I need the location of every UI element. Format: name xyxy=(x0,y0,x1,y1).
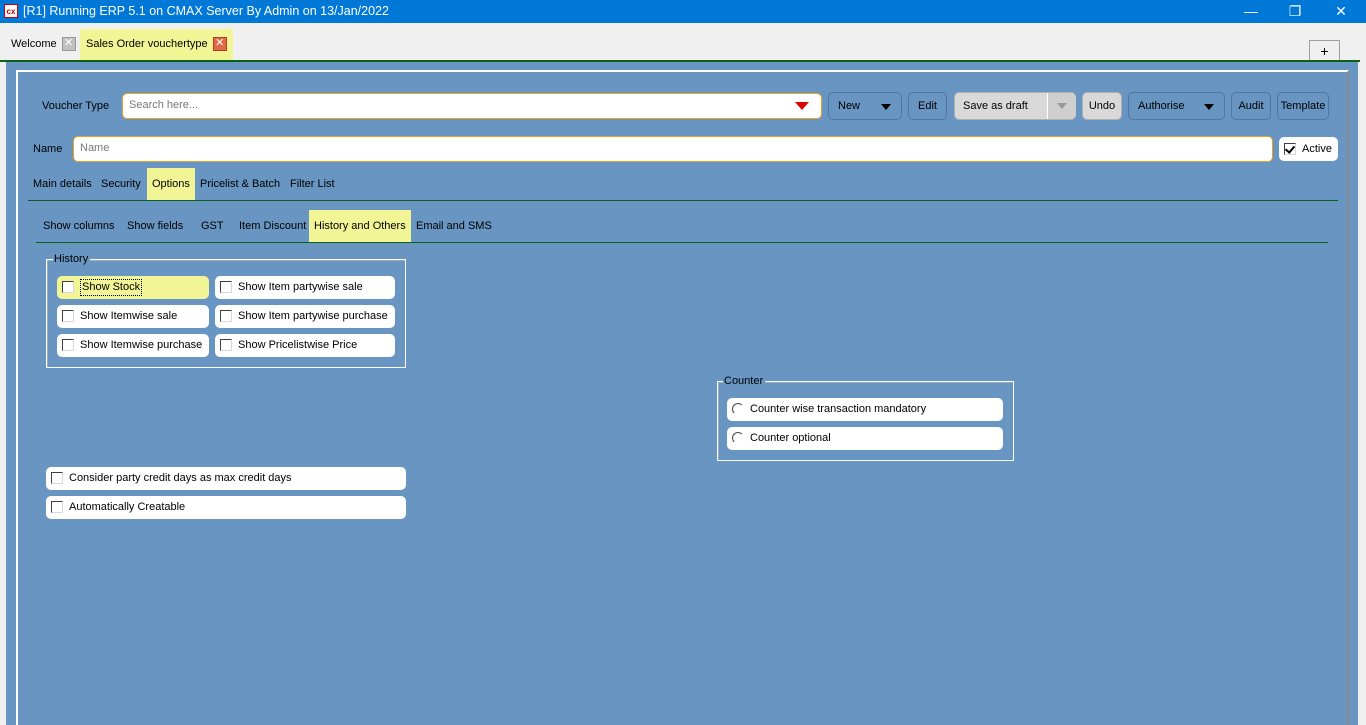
name-placeholder: Name xyxy=(80,142,110,154)
checkbox-icon[interactable] xyxy=(220,310,232,322)
option-label: Show Itemwise purchase xyxy=(80,339,203,351)
checkbox-icon[interactable] xyxy=(51,472,63,484)
consider-party-credit-days-checkbox[interactable]: Consider party credit days as max credit… xyxy=(46,467,406,490)
app-logo-icon: cx xyxy=(4,4,18,18)
dropdown-arrow-icon[interactable] xyxy=(795,102,809,110)
tab-security[interactable]: Security xyxy=(96,168,146,200)
sub-tabs-divider xyxy=(36,242,1328,243)
title-bar: cx [R1] Running ERP 5.1 on CMAX Server B… xyxy=(0,0,1366,23)
audit-button[interactable]: Audit xyxy=(1231,92,1271,120)
caret-down-icon xyxy=(881,104,891,110)
subtab-show-columns[interactable]: Show columns xyxy=(38,210,120,242)
doc-tab-label: Welcome xyxy=(11,38,57,50)
undo-button[interactable]: Undo xyxy=(1082,92,1122,120)
show-stock-checkbox[interactable]: Show Stock xyxy=(57,276,209,299)
doc-tab-label: Sales Order vouchertype xyxy=(86,38,208,50)
name-input[interactable]: Name xyxy=(73,136,1273,162)
tab-pricelist-batch[interactable]: Pricelist & Batch xyxy=(195,168,285,200)
subtab-show-fields[interactable]: Show fields xyxy=(122,210,188,242)
history-legend: History xyxy=(53,253,91,265)
active-check-icon[interactable] xyxy=(1284,143,1296,155)
option-label: Show Pricelistwise Price xyxy=(238,339,358,351)
search-placeholder: Search here... xyxy=(129,99,199,111)
new-button[interactable]: New xyxy=(828,92,902,120)
show-item-partywise-purchase-checkbox[interactable]: Show Item partywise purchase xyxy=(215,305,395,328)
new-label: New xyxy=(838,100,861,112)
close-tab-icon[interactable]: ✕ xyxy=(212,37,227,52)
close-window-button[interactable]: ✕ xyxy=(1318,0,1364,23)
minimize-button[interactable]: — xyxy=(1228,0,1274,23)
restore-button[interactable]: ❐ xyxy=(1272,0,1318,23)
tab-main-details[interactable]: Main details xyxy=(28,168,97,200)
save-draft-dropdown[interactable] xyxy=(1047,93,1076,119)
authorise-label: Authorise xyxy=(1138,100,1185,112)
save-draft-label: Save as draft xyxy=(963,100,1028,112)
checkbox-icon[interactable] xyxy=(62,310,74,322)
automatically-creatable-checkbox[interactable]: Automatically Creatable xyxy=(46,496,406,519)
voucher-type-label: Voucher Type xyxy=(42,100,110,112)
caret-down-icon xyxy=(1204,104,1214,110)
caret-down-icon xyxy=(1057,103,1067,109)
option-label: Counter wise transaction mandatory xyxy=(750,403,927,415)
name-label: Name xyxy=(33,143,63,155)
checkbox-icon[interactable] xyxy=(220,281,232,293)
checkbox-icon[interactable] xyxy=(62,281,74,293)
counter-optional-radio[interactable]: Counter optional xyxy=(727,427,1003,450)
doc-tab-sales-order-vouchertype[interactable]: Sales Order vouchertype ✕ xyxy=(80,29,233,61)
close-tab-icon[interactable]: ✕ xyxy=(61,37,76,52)
tab-options[interactable]: Options xyxy=(147,168,195,200)
main-tabs-divider xyxy=(28,200,1338,201)
show-item-partywise-sale-checkbox[interactable]: Show Item partywise sale xyxy=(215,276,395,299)
subtab-gst[interactable]: GST xyxy=(196,210,229,242)
show-itemwise-purchase-checkbox[interactable]: Show Itemwise purchase xyxy=(57,334,209,357)
subtab-item-discount[interactable]: Item Discount xyxy=(234,210,311,242)
option-label: Show Stock xyxy=(80,279,143,296)
show-pricelistwise-price-checkbox[interactable]: Show Pricelistwise Price xyxy=(215,334,395,357)
doc-tab-welcome[interactable]: Welcome ✕ xyxy=(5,29,82,61)
subtab-email-and-sms[interactable]: Email and SMS xyxy=(411,210,497,242)
option-label: Show Item partywise sale xyxy=(238,281,363,293)
subtab-history-and-others[interactable]: History and Others xyxy=(309,210,411,242)
authorise-button[interactable]: Authorise xyxy=(1128,92,1225,120)
counter-wise-mandatory-radio[interactable]: Counter wise transaction mandatory xyxy=(727,398,1003,421)
counter-legend: Counter xyxy=(723,375,766,387)
radio-icon[interactable] xyxy=(732,432,744,444)
checkbox-icon[interactable] xyxy=(51,501,63,513)
checkbox-icon[interactable] xyxy=(62,339,74,351)
radio-icon[interactable] xyxy=(732,403,744,415)
edit-button[interactable]: Edit xyxy=(908,92,947,120)
template-button[interactable]: Template xyxy=(1277,92,1329,120)
checkbox-icon[interactable] xyxy=(220,339,232,351)
option-label: Consider party credit days as max credit… xyxy=(69,472,292,484)
show-itemwise-sale-checkbox[interactable]: Show Itemwise sale xyxy=(57,305,209,328)
option-label: Automatically Creatable xyxy=(69,501,186,513)
document-tab-strip: Welcome ✕ Sales Order vouchertype ✕ + xyxy=(0,23,1366,61)
save-as-draft-button[interactable]: Save as draft xyxy=(954,92,1076,120)
option-label: Show Itemwise sale xyxy=(80,310,178,322)
option-label: Counter optional xyxy=(750,432,831,444)
window-title: [R1] Running ERP 5.1 on CMAX Server By A… xyxy=(23,4,389,18)
add-tab-button[interactable]: + xyxy=(1309,40,1340,61)
option-label: Show Item partywise purchase xyxy=(238,310,388,322)
tab-filter-list[interactable]: Filter List xyxy=(285,168,340,200)
voucher-type-search-input[interactable]: Search here... xyxy=(122,93,822,119)
active-label: Active xyxy=(1302,143,1332,155)
active-checkbox[interactable]: Active xyxy=(1279,137,1338,161)
